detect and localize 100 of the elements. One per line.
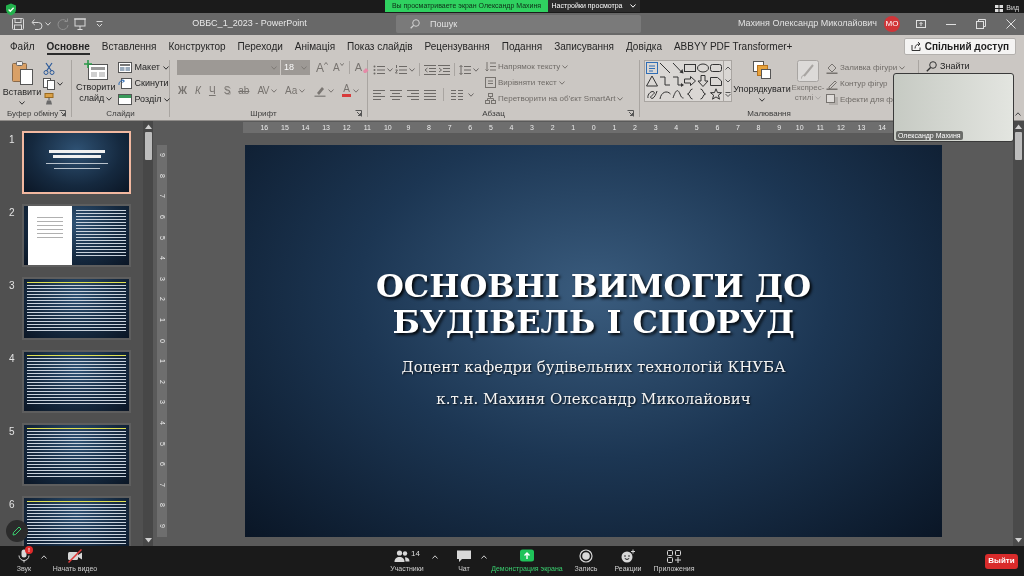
new-slide-button[interactable]: Створити слайд (76, 60, 116, 104)
elbow-arrow-icon[interactable] (671, 75, 684, 87)
caret-icon (481, 555, 487, 559)
ribbon-tab[interactable]: Записування (548, 35, 620, 57)
scroll-down-icon[interactable] (1015, 538, 1022, 543)
scroll-up-icon[interactable] (144, 124, 152, 129)
scissors-icon[interactable] (43, 62, 55, 75)
snipped-shape-icon[interactable] (710, 75, 723, 87)
ribbon-tab[interactable]: Конструктор (162, 35, 232, 57)
slide-thumbnail[interactable] (22, 277, 131, 340)
leave-button[interactable]: Выйти (985, 553, 1018, 569)
caret-icon[interactable] (387, 67, 393, 72)
undo-icon[interactable] (31, 18, 43, 30)
ribbon-command[interactable]: Скинути (117, 76, 169, 91)
dialog-launcher-icon[interactable] (355, 110, 362, 117)
slide-thumbnail[interactable] (22, 131, 131, 194)
text-box-icon[interactable] (646, 62, 658, 74)
arrange-button[interactable]: Упорядкувати (733, 60, 791, 102)
arrow-icon[interactable] (671, 62, 684, 74)
rounded-rectangle-icon[interactable] (710, 62, 723, 74)
ribbon-command[interactable]: Знайти (926, 60, 970, 73)
ribbon-tab[interactable]: Подання (495, 35, 549, 57)
shield-icon (5, 3, 17, 16)
ribbon-display-icon[interactable] (916, 19, 926, 29)
slide-thumbnail[interactable] (22, 496, 131, 546)
camera-off-icon (67, 549, 83, 563)
star-icon[interactable] (710, 88, 723, 100)
ribbon-command[interactable]: Розділ (117, 92, 171, 107)
caret-icon (163, 65, 169, 70)
slide-thumbnail[interactable] (22, 204, 131, 267)
caret-icon[interactable] (409, 67, 415, 72)
ribbon-tab[interactable]: Рецензування (418, 35, 496, 57)
shapes-gallery[interactable] (644, 60, 732, 102)
scribble-icon[interactable] (646, 88, 658, 100)
slide-thumbnail[interactable] (22, 423, 131, 486)
close-icon[interactable] (1006, 19, 1016, 29)
dialog-launcher-icon[interactable] (627, 110, 634, 117)
numbering-icon[interactable] (395, 64, 407, 75)
dialog-launcher-icon[interactable] (59, 110, 66, 117)
scroll-down-icon[interactable] (724, 78, 731, 83)
presentation-icon[interactable] (74, 18, 86, 30)
caret-icon (617, 96, 624, 101)
caret-icon[interactable] (1015, 112, 1021, 116)
caret-icon[interactable] (57, 82, 63, 86)
scrollbar[interactable] (143, 121, 153, 546)
columns-icon[interactable] (451, 89, 463, 100)
format-painter-icon[interactable] (43, 93, 55, 105)
search-icon (926, 61, 937, 72)
restore-icon[interactable] (976, 19, 986, 29)
caret-icon (301, 65, 307, 70)
align-center-icon[interactable] (390, 89, 402, 100)
line-spacing-icon[interactable] (459, 64, 471, 75)
caret-icon (562, 64, 569, 69)
slide-number: 6 (9, 499, 16, 511)
justify-icon[interactable] (424, 89, 436, 100)
decrease-indent-icon[interactable] (424, 64, 436, 75)
ribbon-tab[interactable]: ABBYY PDF Transformer+ (667, 35, 799, 57)
slide-thumbnail[interactable] (22, 350, 131, 413)
ribbon-tab[interactable]: Анімація (288, 35, 342, 57)
scrollbar-thumb[interactable] (144, 132, 152, 160)
align-right-icon[interactable] (407, 89, 419, 100)
customize-menu-icon[interactable] (96, 21, 103, 27)
user-avatar[interactable]: МО (884, 16, 900, 32)
ribbon-command[interactable]: Макет (117, 60, 169, 75)
arc-icon[interactable] (658, 88, 671, 100)
block-arrow-right-icon[interactable] (684, 75, 697, 87)
people-icon (394, 549, 411, 563)
align-left-icon[interactable] (373, 89, 385, 100)
group-label: Малювання (747, 108, 791, 119)
slide-subtitle: к.т.н. Махиня Олександр Миколайович (436, 389, 751, 409)
increase-indent-icon[interactable] (438, 64, 450, 75)
rectangle-icon[interactable] (684, 62, 697, 74)
bullets-icon[interactable] (373, 64, 385, 75)
scrollbar[interactable] (1013, 121, 1024, 546)
share-button[interactable]: Спільний доступ (903, 37, 1016, 55)
oval-icon[interactable] (697, 62, 710, 74)
line-icon[interactable] (658, 62, 671, 74)
copy-icon[interactable] (43, 78, 55, 90)
save-icon[interactable] (12, 18, 24, 30)
ribbon-tab[interactable]: Файл (4, 35, 41, 57)
scroll-up-icon[interactable] (1015, 124, 1022, 129)
chat-bubble-icon (456, 549, 472, 563)
ribbon-tab[interactable]: Переходи (231, 35, 289, 57)
caret-icon[interactable] (468, 92, 474, 97)
triangle-icon[interactable] (646, 75, 658, 87)
caret-icon (19, 101, 25, 105)
ribbon-tab[interactable]: Основне (40, 35, 96, 57)
ribbon-tab[interactable]: Довідка (619, 35, 668, 57)
scroll-up-icon[interactable] (724, 65, 731, 70)
caret-icon[interactable] (473, 67, 479, 72)
more-icon[interactable] (724, 91, 731, 97)
ribbon-tab[interactable]: Вставлення (95, 35, 163, 57)
scrollbar-thumb[interactable] (1015, 132, 1022, 160)
curve-icon[interactable] (671, 88, 684, 100)
scroll-down-icon[interactable] (144, 538, 152, 543)
highlight-button[interactable] (314, 84, 335, 97)
search-field[interactable]: Пошук (396, 15, 641, 33)
paste-button[interactable]: Вставити (3, 60, 41, 105)
block-arrow-down-icon[interactable] (697, 75, 710, 87)
ribbon-tab[interactable]: Показ слайдів (341, 35, 419, 57)
